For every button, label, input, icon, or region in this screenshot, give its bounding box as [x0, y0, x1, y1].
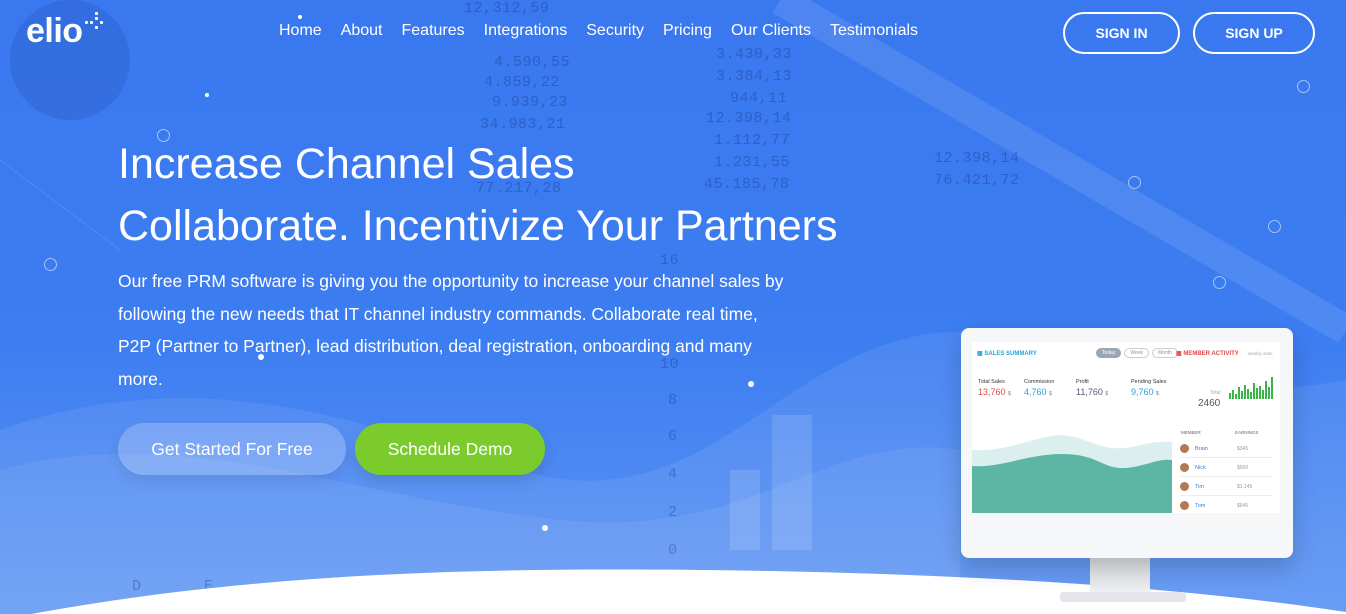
hero-title: Increase Channel Sales Collaborate. Ince… [118, 133, 837, 258]
sign-up-button[interactable]: SIGN UP [1193, 12, 1315, 54]
get-started-button[interactable]: Get Started For Free [118, 423, 346, 475]
logo-text: elio [26, 12, 83, 50]
stat-pending-sales: Pending Sales 9,760 $ [1131, 379, 1167, 397]
main-nav: Home About Features Integrations Securit… [279, 22, 918, 40]
total-label: Total [1210, 390, 1221, 396]
earnings-column-header: EARNINGS [1235, 430, 1259, 435]
filter-week: Week [1124, 348, 1150, 358]
nav-testimonials[interactable]: Testimonials [830, 22, 918, 40]
nav-integrations[interactable]: Integrations [484, 22, 568, 40]
stat-commission: Commission 4,760 $ [1024, 379, 1055, 397]
filter-today: Today [1096, 348, 1122, 358]
sales-area-chart [972, 435, 1172, 513]
hero-title-line-1: Increase Channel Sales [118, 140, 575, 188]
nav-security[interactable]: Security [586, 22, 644, 40]
filter-month: Month [1152, 348, 1178, 358]
period-filters: Today Week Month [1096, 348, 1178, 358]
total-value: 2460 [1198, 398, 1221, 409]
schedule-demo-button[interactable]: Schedule Demo [355, 423, 545, 475]
sales-summary-title: ▦ SALES SUMMARY [977, 351, 1037, 357]
activity-icon: ▦ [1176, 351, 1182, 357]
monitor-stand [1090, 558, 1150, 594]
member-row: Brain $345 [1180, 440, 1272, 458]
monitor-base [1060, 592, 1186, 602]
nav-home[interactable]: Home [279, 22, 322, 40]
nav-features[interactable]: Features [402, 22, 465, 40]
chart-icon: ▦ [977, 351, 983, 357]
logo[interactable]: elio [26, 11, 107, 51]
avatar [1180, 501, 1189, 510]
plus-sparkle-icon [84, 11, 103, 29]
dashboard-monitor: ▦ SALES SUMMARY Today Week Month ▦ MEMBE… [961, 328, 1293, 558]
dashboard-screen: ▦ SALES SUMMARY Today Week Month ▦ MEMBE… [972, 342, 1280, 513]
stat-profit: Profit 11,760 $ [1076, 379, 1109, 397]
member-row: Tim $1,145 [1180, 478, 1272, 496]
member-activity-subtitle: weekly stats [1248, 351, 1273, 356]
member-row: Nick $560 [1180, 459, 1272, 477]
sign-in-button[interactable]: SIGN IN [1063, 12, 1180, 54]
member-activity-title: ▦ MEMBER ACTIVITY [1176, 351, 1239, 357]
weekly-bars [1229, 377, 1273, 399]
stat-total-sales: Total Sales 13,760 $ [978, 379, 1011, 397]
member-row: Tom $645 [1180, 497, 1272, 513]
avatar [1180, 444, 1189, 453]
hero-title-line-2: Collaborate. Incentivize Your Partners [118, 202, 838, 251]
nav-our-clients[interactable]: Our Clients [731, 22, 811, 40]
avatar [1180, 482, 1189, 491]
member-column-header: MEMBER [1181, 430, 1201, 435]
nav-about[interactable]: About [341, 22, 383, 40]
hero-description: Our free PRM software is giving you the … [118, 271, 784, 389]
avatar [1180, 463, 1189, 472]
nav-pricing[interactable]: Pricing [663, 22, 712, 40]
